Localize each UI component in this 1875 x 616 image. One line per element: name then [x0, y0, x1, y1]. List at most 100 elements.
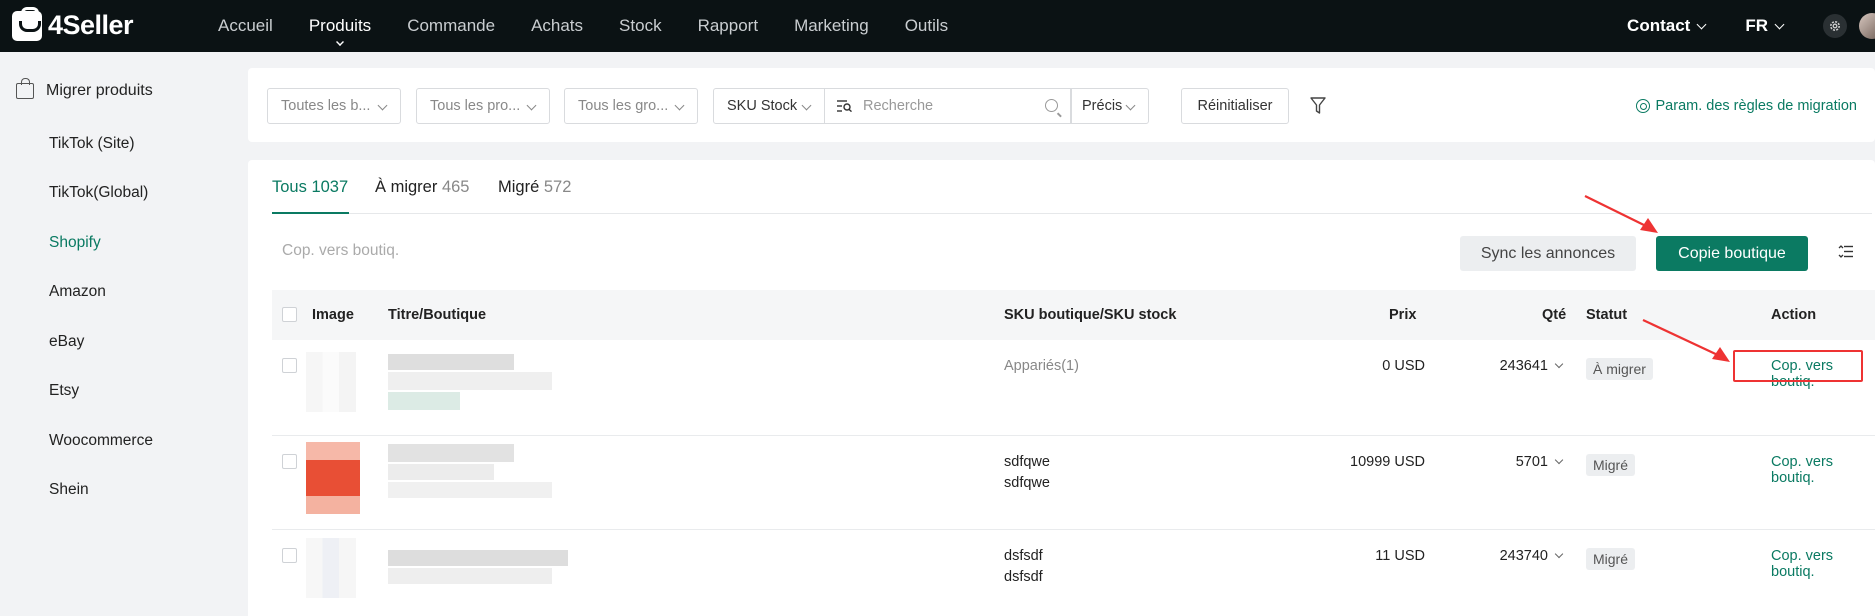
user-avatar[interactable]: [1859, 13, 1875, 39]
sidebar-item-woocommerce[interactable]: Woocommerce: [49, 432, 153, 450]
table-row: Appariés(1) 0 USD 243641 À migrer Cop. v…: [272, 340, 1875, 436]
chevron-down-icon: [1554, 549, 1564, 559]
chevron-down-icon: [1696, 19, 1707, 29]
sku-type-value: SKU Stock: [727, 98, 798, 114]
match-mode-value: Précis: [1082, 98, 1123, 114]
sidebar-item-shein[interactable]: Shein: [49, 481, 89, 499]
qty-value: 5701: [1515, 454, 1548, 470]
qty-dropdown[interactable]: 243740: [1412, 548, 1564, 564]
qty-dropdown[interactable]: 243641: [1412, 358, 1564, 374]
product-thumbnail[interactable]: [306, 538, 356, 598]
shop-tag-blurred: [388, 482, 552, 498]
col-qty: Qté: [1542, 307, 1567, 323]
brand-logo[interactable]: 4Seller: [12, 6, 134, 41]
tab-all[interactable]: Tous 1037: [272, 178, 348, 197]
sidebar-item-ebay[interactable]: eBay: [49, 333, 84, 351]
main-nav: Accueil Produits Commande Achats Stock R…: [218, 0, 984, 52]
sidebar-heading-label: Migrer produits: [46, 82, 153, 99]
search-input[interactable]: [863, 98, 1043, 114]
column-settings-icon[interactable]: [1838, 245, 1854, 258]
sidebar-item-tiktok-site[interactable]: TikTok (Site): [49, 135, 135, 153]
status-badge: Migré: [1586, 454, 1636, 476]
contact-dropdown[interactable]: Contact: [1627, 16, 1707, 36]
copy-to-shop-link[interactable]: Cop. vers boutiq.: [1771, 548, 1875, 580]
chevron-down-icon: [1125, 100, 1136, 111]
copy-shop-button[interactable]: Copie boutique: [1656, 236, 1808, 271]
sku-type-select[interactable]: SKU Stock: [713, 88, 825, 124]
bag-migrate-icon: [16, 78, 34, 99]
group-select-value: Tous les gro...: [578, 98, 669, 114]
settings-button[interactable]: [1823, 14, 1847, 38]
nav-right-group: Contact FR: [1627, 0, 1875, 52]
nav-commande[interactable]: Commande: [407, 0, 495, 52]
reset-button[interactable]: Réinitialiser: [1181, 88, 1289, 124]
product-thumbnail[interactable]: [306, 352, 356, 412]
chevron-down-icon: [674, 100, 685, 111]
row-checkbox[interactable]: [282, 358, 297, 373]
sidebar-item-tiktok-global[interactable]: TikTok(Global): [49, 184, 148, 202]
nav-accueil[interactable]: Accueil: [218, 0, 273, 52]
bulk-copy-action[interactable]: Cop. vers boutiq.: [282, 242, 399, 260]
nav-marketing[interactable]: Marketing: [794, 0, 869, 52]
top-nav-bar: 4Seller Accueil Produits Commande Achats…: [0, 0, 1875, 52]
tab-to-migrate[interactable]: À migrer 465: [375, 178, 469, 197]
copy-to-shop-link[interactable]: Cop. vers boutiq.: [1771, 454, 1875, 486]
chevron-down-icon: [1774, 19, 1785, 29]
sidebar-item-etsy[interactable]: Etsy: [49, 382, 79, 400]
row-checkbox[interactable]: [282, 548, 297, 563]
nav-produits-label: Produits: [308, 16, 372, 35]
product-subtitle-blurred: [388, 464, 494, 480]
status-tabs: Tous 1037 À migrer 465 Migré 572: [272, 160, 1872, 214]
sidebar-item-shopify[interactable]: Shopify: [49, 234, 101, 252]
qty-dropdown[interactable]: 5701: [1412, 454, 1564, 470]
price-value: 10999 USD: [1350, 454, 1425, 470]
list-toolbar: Cop. vers boutiq. Sync les annonces Copi…: [248, 214, 1875, 290]
group-select[interactable]: Tous les gro...: [564, 88, 698, 124]
shopping-bag-logo-icon: [12, 6, 42, 41]
nav-outils[interactable]: Outils: [905, 0, 948, 52]
row-checkbox[interactable]: [282, 454, 297, 469]
col-sku: SKU boutique/SKU stock: [1004, 307, 1177, 323]
tab-migrated[interactable]: Migré 572: [498, 178, 571, 197]
product-select[interactable]: Tous les pro...: [416, 88, 550, 124]
magnifier-icon[interactable]: [1045, 99, 1058, 112]
gear-icon: [1830, 21, 1840, 31]
product-thumbnail[interactable]: [306, 442, 360, 514]
language-dropdown[interactable]: FR: [1745, 16, 1785, 36]
table-header: Image Titre/Boutique SKU boutique/SKU st…: [272, 290, 1875, 340]
status-badge: Migré: [1586, 548, 1636, 570]
search-list-icon: [837, 100, 852, 112]
price-value: 0 USD: [1382, 358, 1425, 374]
sidebar-item-amazon[interactable]: Amazon: [49, 283, 106, 301]
match-mode-select[interactable]: Précis: [1071, 88, 1149, 124]
product-list-card: Tous 1037 À migrer 465 Migré 572 Cop. ve…: [248, 160, 1875, 616]
nav-rapport[interactable]: Rapport: [698, 0, 758, 52]
status-badge: À migrer: [1586, 358, 1653, 380]
qty-value: 243740: [1499, 548, 1548, 564]
sync-listings-button[interactable]: Sync les annonces: [1460, 236, 1636, 271]
migration-rules-link[interactable]: Param. des règles de migration: [1635, 98, 1858, 114]
select-all-checkbox[interactable]: [282, 307, 297, 322]
shop-sku: dsfsdf: [1004, 548, 1043, 564]
tab-all-count: 1037: [311, 178, 349, 196]
table-row: sdfqwe sdfqwe 10999 USD 5701 Migré Cop. …: [272, 436, 1875, 530]
product-title-blurred: [388, 354, 514, 370]
nav-achats[interactable]: Achats: [531, 0, 583, 52]
nav-stock[interactable]: Stock: [619, 0, 662, 52]
chevron-down-icon: [377, 100, 388, 111]
product-select-value: Tous les pro...: [430, 98, 521, 114]
product-subtitle-blurred: [388, 568, 552, 584]
table-row: dsfsdf dsfsdf 11 USD 243740 Migré Cop. v…: [272, 530, 1875, 616]
nav-produits[interactable]: Produits: [309, 0, 371, 52]
tab-migrated-label: Migré: [498, 178, 540, 196]
tab-migrated-count: 572: [543, 178, 572, 196]
sidebar: Migrer produits TikTok (Site) TikTok(Glo…: [0, 52, 248, 616]
migration-rules-label: Param. des règles de migration: [1655, 98, 1858, 114]
filter-funnel-icon[interactable]: [1310, 97, 1326, 115]
sku-matched-count[interactable]: Appariés(1): [1004, 358, 1079, 374]
brand-name: 4Seller: [48, 10, 134, 40]
search-field[interactable]: [825, 88, 1071, 124]
shop-select[interactable]: Toutes les b...: [267, 88, 401, 124]
sidebar-heading[interactable]: Migrer produits: [16, 78, 153, 100]
active-caret-icon: [336, 38, 344, 46]
